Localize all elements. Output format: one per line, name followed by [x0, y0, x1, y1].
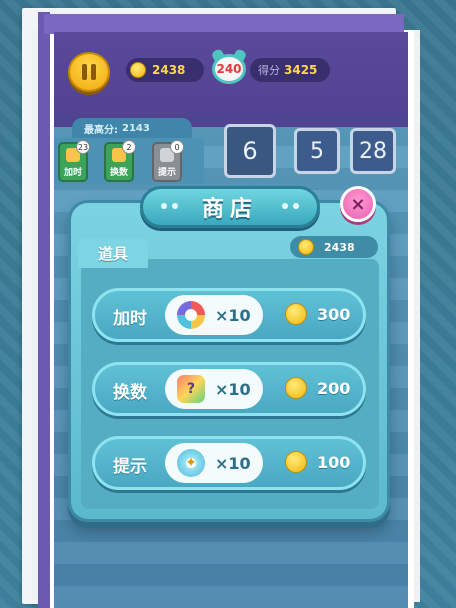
coin-icon [130, 62, 146, 78]
tool-count-badge: 0 [170, 140, 184, 154]
score-label: 得分 [258, 64, 280, 77]
shop-coin-value: 2438 [324, 240, 355, 254]
best-score-value: 2143 [122, 122, 150, 134]
best-score-label: 最高分: [84, 124, 118, 136]
timer-value: 240 [216, 62, 242, 76]
item-price-value: 300 [317, 304, 351, 324]
tool-count-badge: 23 [76, 140, 90, 154]
tool-hint[interactable]: 0 提示 [152, 140, 184, 182]
shop-item-swap-number[interactable]: 换数 ? ×10 200 [92, 362, 366, 416]
item-badge: ×10 [165, 295, 263, 335]
item-name: 加时 [113, 309, 147, 329]
number-tile[interactable]: 28 [350, 128, 396, 174]
frame-top [44, 14, 404, 34]
item-quantity: ×10 [215, 453, 251, 473]
tab-items[interactable]: 道具 [78, 238, 148, 268]
shop-coin-balance: 2438 [290, 236, 378, 258]
tool-label: 提示 [157, 168, 176, 178]
item-badge: ? ×10 [165, 369, 263, 409]
shop-item-add-time[interactable]: 加时 ×10 300 [92, 288, 366, 342]
alarm-clock-icon: 240 [212, 54, 246, 84]
score-counter: 得分 3425 [250, 58, 330, 82]
swap-card-icon: ? [177, 375, 205, 403]
frame-left [38, 12, 50, 608]
shop-title: 商店 [201, 197, 258, 222]
shop-title-banner: 商店 [140, 186, 320, 228]
timer: 240 [210, 47, 248, 88]
close-icon: × [350, 193, 366, 215]
coin-counter: 2438 [126, 58, 204, 82]
item-badge: ✦ ×10 [165, 443, 263, 483]
decor-dots [161, 203, 178, 209]
coin-icon [285, 303, 307, 325]
coin-icon [298, 239, 314, 255]
number-tile[interactable]: 6 [224, 124, 276, 178]
item-price[interactable]: 300 [285, 303, 350, 325]
item-name: 提示 [113, 457, 147, 477]
item-name: 换数 [113, 383, 147, 403]
item-price[interactable]: 200 [285, 377, 350, 399]
pause-button[interactable] [68, 52, 110, 92]
coin-icon [285, 451, 307, 473]
pause-icon [82, 64, 87, 80]
item-quantity: ×10 [215, 379, 251, 399]
tool-label: 加时 [63, 168, 82, 178]
coin-count: 2438 [152, 63, 186, 77]
tool-swap-number[interactable]: 2 换数 [104, 140, 136, 182]
item-quantity: ×10 [215, 305, 251, 325]
item-price-value: 100 [317, 452, 351, 472]
decor-dots [282, 203, 299, 209]
tool-add-time[interactable]: 23 加时 [58, 140, 90, 182]
number-tile[interactable]: 5 [294, 128, 340, 174]
coin-icon [285, 377, 307, 399]
item-price-value: 200 [317, 378, 351, 398]
item-price[interactable]: 100 [285, 451, 350, 473]
clock-icon [177, 301, 205, 329]
best-score: 最高分: 2143 [72, 118, 192, 138]
score-value: 3425 [284, 63, 318, 77]
tool-count-badge: 2 [122, 140, 136, 154]
close-button[interactable]: × [340, 186, 376, 222]
shop-item-hint[interactable]: 提示 ✦ ×10 100 [92, 436, 366, 490]
tool-label: 换数 [109, 168, 128, 178]
lightbulb-icon: ✦ [177, 449, 205, 477]
